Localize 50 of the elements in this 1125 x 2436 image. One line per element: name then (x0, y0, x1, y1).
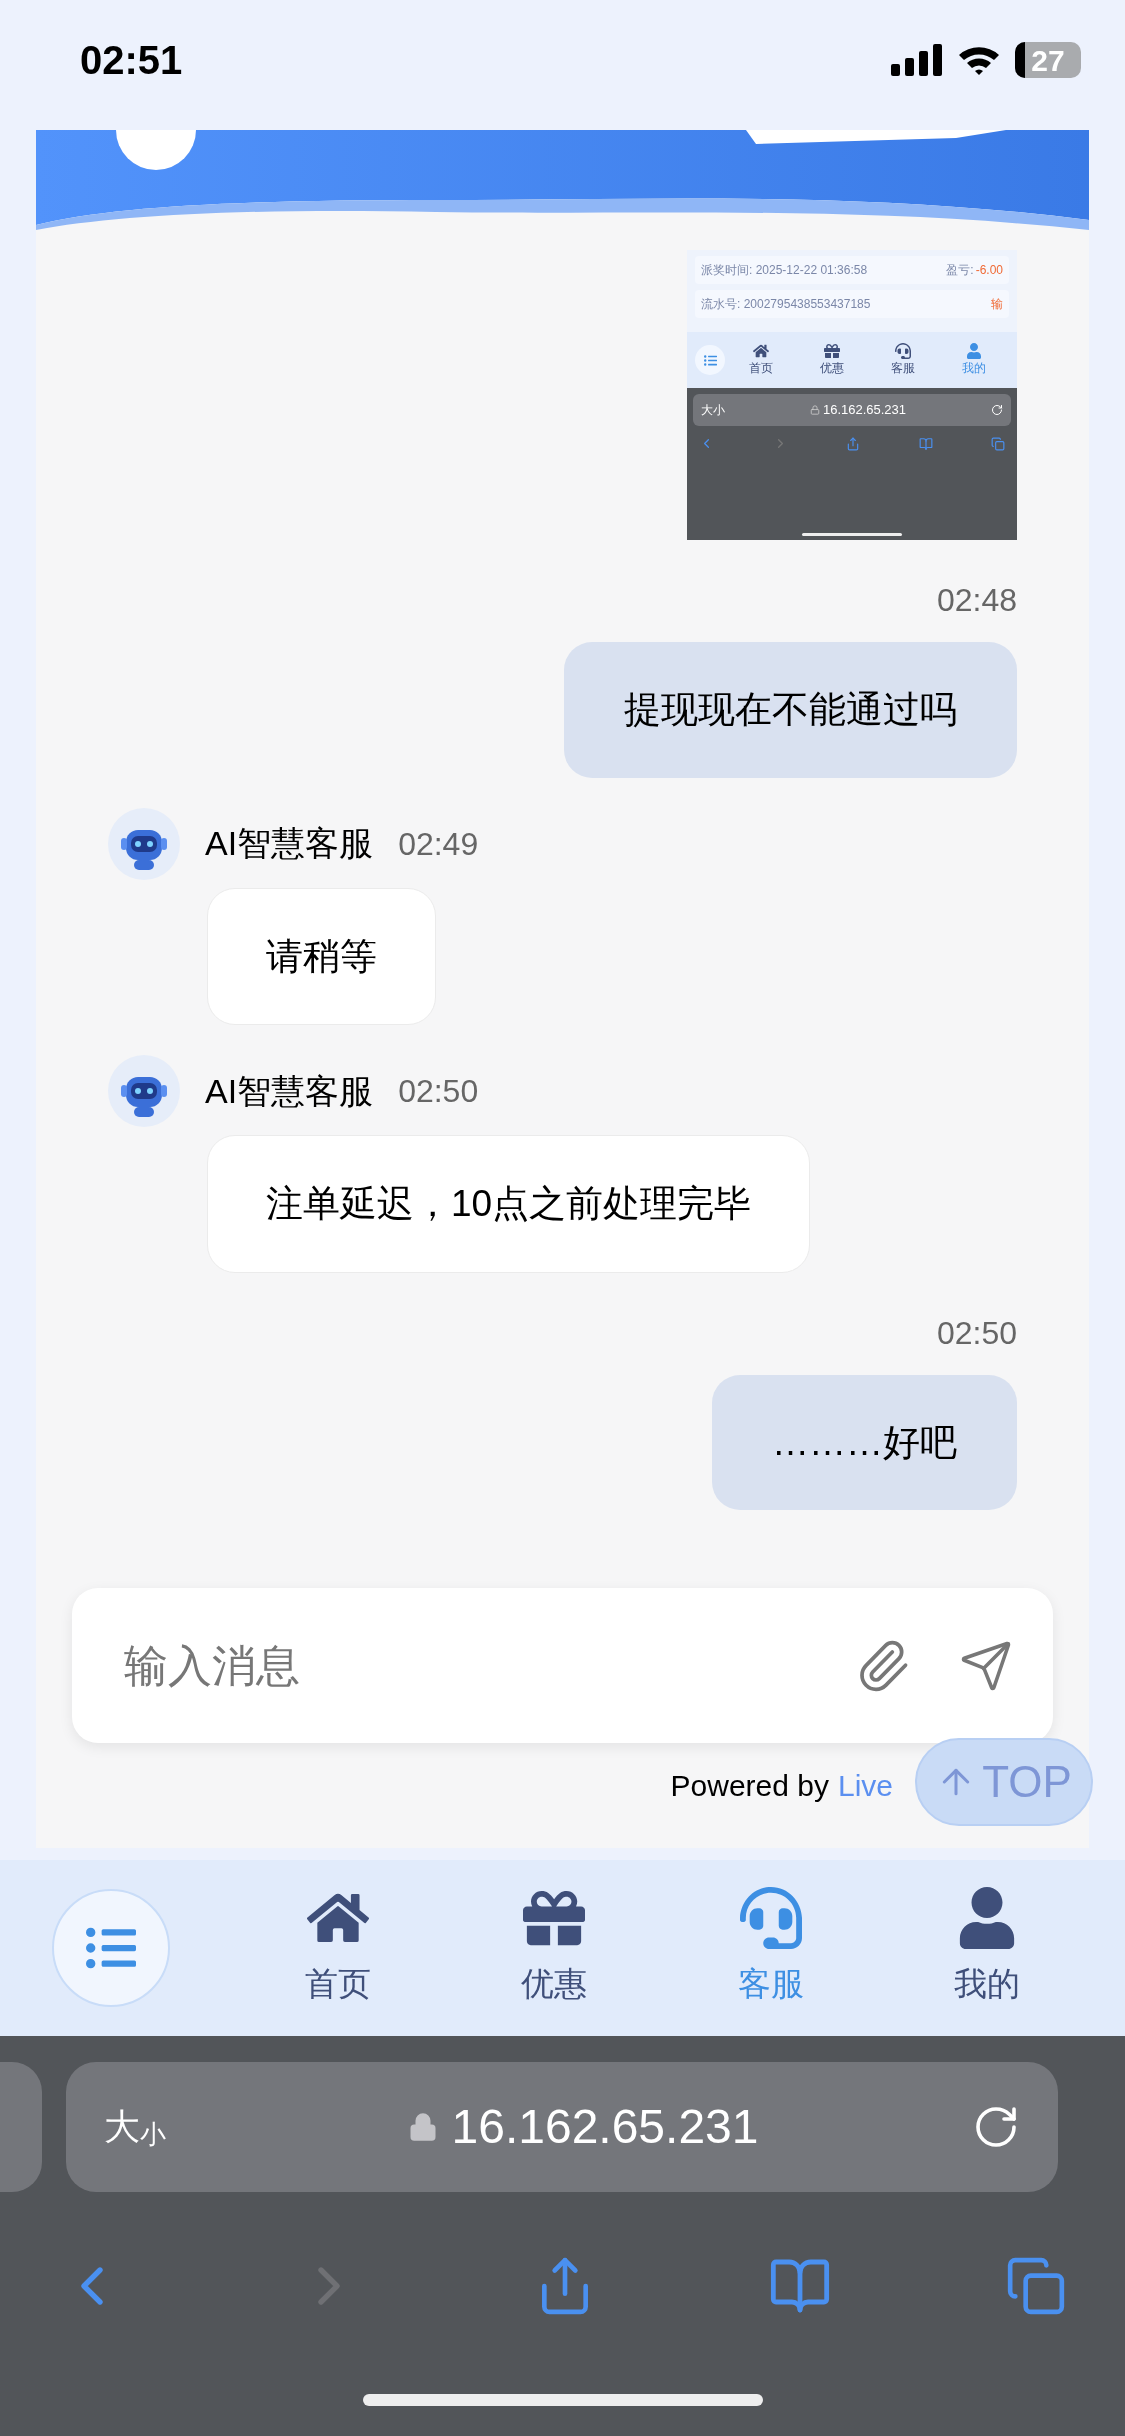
record-text: 流水号: 2002795438553437185 (701, 296, 871, 313)
mini-gift-icon (823, 343, 840, 359)
powered-by-link[interactable]: Live (837, 1763, 893, 1808)
message-time: 02:50 (936, 1313, 1017, 1353)
mini-lock-icon (809, 405, 820, 415)
mini-size-label: 大小 (701, 402, 725, 419)
mini-headset-icon (894, 343, 911, 359)
record-text: 派奖时间: 2025-12-22 01:36:58 (701, 262, 868, 279)
mini-tab-label: 首页 (748, 360, 773, 377)
status-time: 02:51 (80, 37, 183, 84)
tab-bar-item[interactable]: 首页 (268, 1887, 409, 2009)
received-message-bubble: 请稍等 (207, 887, 436, 1025)
mini-user-icon (965, 343, 982, 359)
previous-tab-edge[interactable] (0, 2062, 42, 2192)
url-text: 16.162.65.231 (451, 2099, 759, 2155)
sender-name: AI智慧客服 (205, 823, 374, 864)
mini-tab-label: 我的 (961, 360, 986, 377)
robot-avatar-icon (108, 807, 180, 880)
sent-message-bubble: ………好吧 (712, 1374, 1017, 1510)
headset-icon (739, 1887, 802, 1950)
mini-share-icon (846, 436, 860, 451)
record-value: -6.00 (975, 262, 1003, 279)
message-time: 02:49 (398, 824, 479, 864)
mini-tab-label: 客服 (890, 360, 915, 377)
tab-bar-item[interactable]: 客服 (700, 1887, 841, 2009)
mini-menu-icon (695, 345, 725, 375)
mini-house-icon (752, 343, 769, 359)
tab-bar-item[interactable]: 优惠 (484, 1887, 625, 2009)
record-label: 盈亏: (946, 262, 974, 279)
robot-avatar-icon (108, 1055, 180, 1127)
received-message-bubble: 注单延迟，10点之前处理完毕 (207, 1135, 811, 1273)
mini-reload-icon (991, 404, 1003, 416)
message-time: 02:48 (936, 581, 1017, 620)
tabs-icon[interactable] (1005, 2255, 1067, 2317)
mini-bookmarks-icon (918, 436, 933, 451)
mini-tabs-icon (991, 436, 1005, 451)
wifi-icon (957, 44, 1001, 76)
record-value: 输 (991, 296, 1003, 313)
message-input-field[interactable]: 输入消息 (124, 1632, 855, 1699)
mini-tab-label: 优惠 (819, 360, 844, 377)
message-time: 02:50 (398, 1072, 479, 1111)
sent-message-bubble: 提现现在不能通过吗 (564, 642, 1017, 778)
battery-indicator: 27 (1015, 42, 1081, 78)
tab-bar-item[interactable]: 我的 (916, 1887, 1057, 2009)
message-input-box[interactable]: 输入消息 (72, 1588, 1053, 1743)
mini-url: 16.162.65.231 (822, 401, 907, 420)
screenshot-image[interactable]: 派奖时间: 2025-12-22 01:36:58 盈亏: -6.00 流水号: 2002795438553437185 输 首页 优惠 客服 我的 大小 16.162.65.231 (687, 250, 1017, 540)
sender-name: AI智慧客服 (205, 1070, 374, 1112)
signal-icon (891, 44, 943, 76)
powered-by-text: Powered by (670, 1768, 829, 1804)
